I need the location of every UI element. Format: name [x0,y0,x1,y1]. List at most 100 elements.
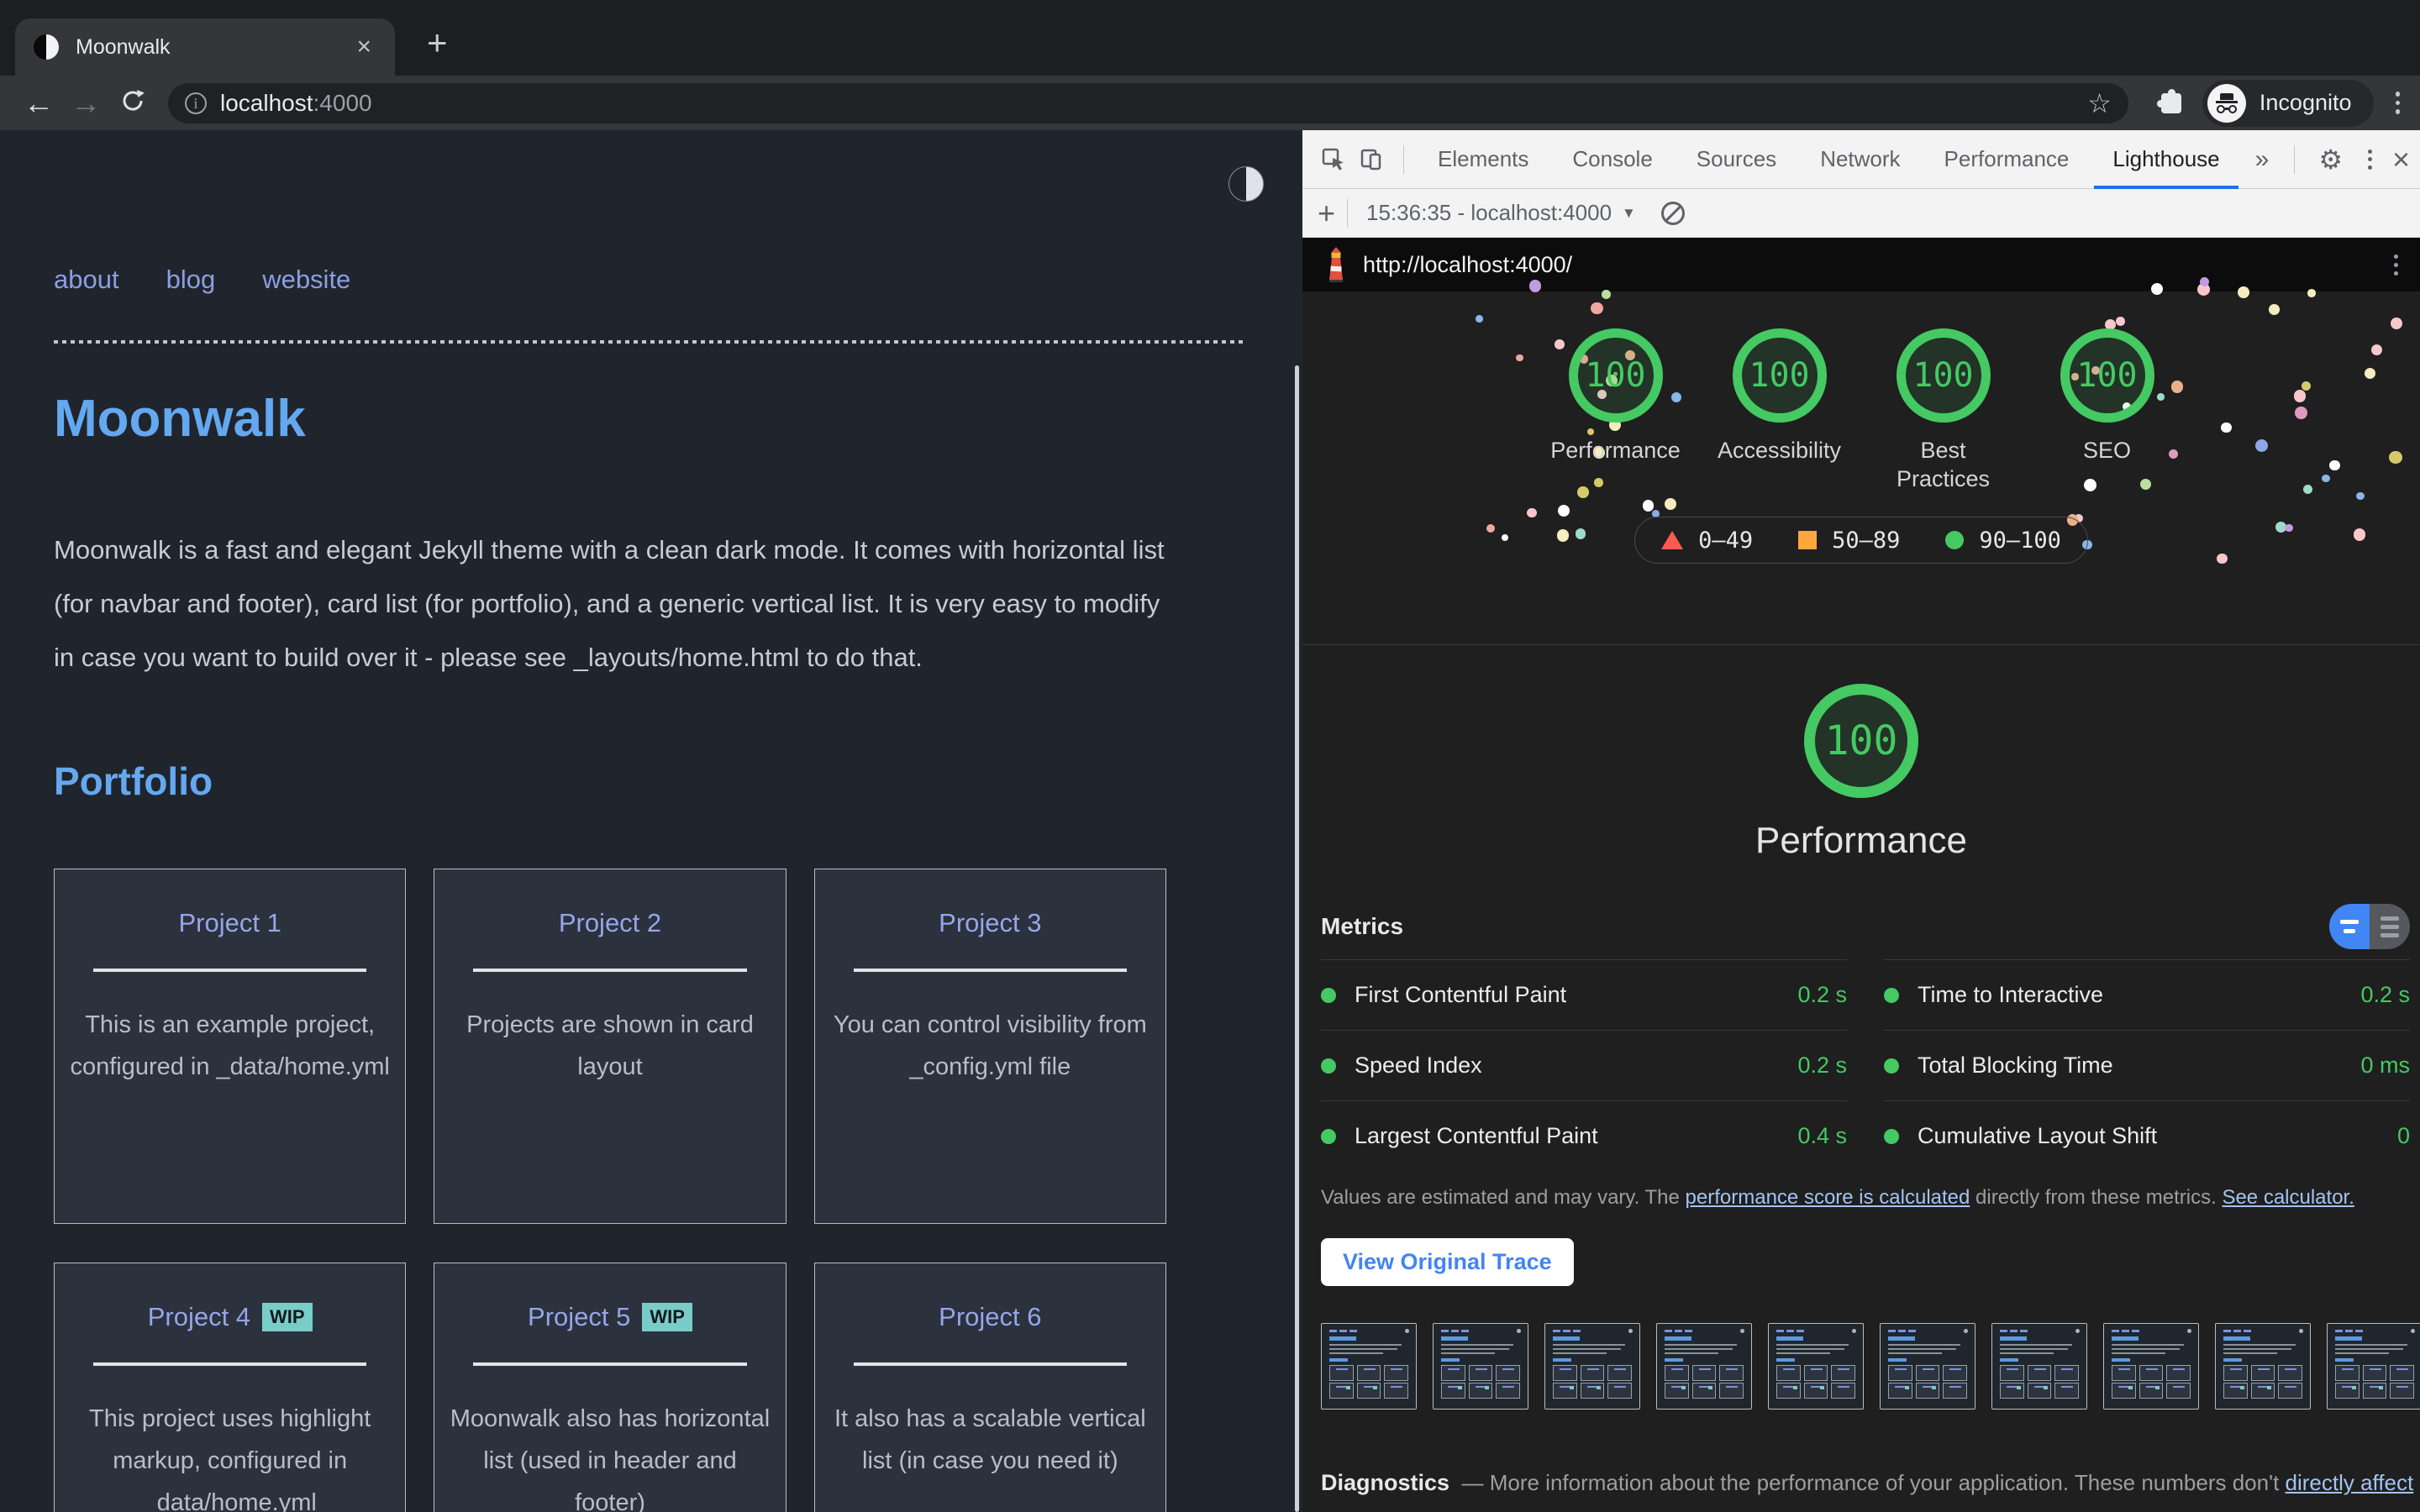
report-menu-icon[interactable] [2394,255,2402,276]
browser-tab[interactable]: Moonwalk × [15,18,395,76]
report-url: http://localhost:4000/ [1363,252,2394,278]
metrics-heading: Metrics [1321,913,1403,940]
screenshot-thumbnail [1991,1323,2087,1410]
tab-strip: Moonwalk × + [0,0,2420,76]
score-accessibility[interactable]: 100 Accessibility [1697,328,1861,493]
screenshot-thumbnail [1656,1323,1752,1410]
chevron-down-icon[interactable]: ▼ [1622,205,1636,222]
pass-dot-icon [1884,1058,1899,1074]
score-legend: 0–49 50–89 90–100 [1634,517,2088,564]
tab-sources[interactable]: Sources [1675,130,1798,189]
project-card[interactable]: Project 1 This is an example project,con… [54,869,406,1224]
screenshot-filmstrip [1321,1323,2420,1410]
performance-section: 100 Performance [1302,645,2420,890]
devtools-tab-bar: Elements Console Sources Network Perform… [1302,130,2420,189]
intro-paragraph: Moonwalk is a fast and elegant Jekyll th… [54,523,1247,685]
metric-row[interactable]: Speed Index0.2 s [1321,1030,1847,1100]
screenshot-thumbnail [1433,1323,1528,1410]
tab-network[interactable]: Network [1798,130,1922,189]
score-best-practices[interactable]: 100 Best Practices [1861,328,2025,493]
see-calculator-link[interactable]: See calculator. [2222,1186,2354,1209]
metrics-view-toggle[interactable] [2329,904,2410,949]
metrics-note: Values are estimated and may vary. The p… [1321,1186,2410,1210]
project-card[interactable]: Project 3 You can control visibility fro… [814,869,1166,1224]
tab-console[interactable]: Console [1550,130,1674,189]
page-moonwalk: about blog website Moonwalk Moonwalk is … [0,130,1302,1512]
browser-menu-icon[interactable] [2396,92,2401,114]
score-performance[interactable]: 100 Performance [1534,328,1697,493]
tab-performance[interactable]: Performance [1923,130,2091,189]
condensed-view-icon [2329,904,2370,949]
performance-gauge: 100 [1804,684,1918,798]
score-seo[interactable]: 100 SEO [2025,328,2189,493]
average-square-icon [1798,531,1817,549]
screenshot-thumbnail [2103,1323,2199,1410]
device-toolbar-icon[interactable] [1353,130,1392,189]
portfolio-heading: Portfolio [54,759,213,804]
page-title: Moonwalk [54,389,306,449]
browser-window: Moonwalk × + ← → i localhost :4000 ☆ Inc… [0,0,2420,1512]
nav-link-about[interactable]: about [54,265,119,295]
settings-gear-icon[interactable]: ⚙ [2307,144,2354,176]
view-original-trace-button[interactable]: View Original Trace [1321,1238,1574,1286]
more-tabs-icon[interactable]: » [2242,145,2283,174]
nav-link-blog[interactable]: blog [166,265,216,295]
nav-link-website[interactable]: website [262,265,350,295]
expanded-view-icon [2370,904,2410,949]
pass-dot-icon [1321,1058,1336,1074]
score-calc-link[interactable]: performance score is calculated [1686,1186,1970,1209]
directly-affect-link[interactable]: directly affect [2286,1470,2414,1495]
metric-row[interactable]: Cumulative Layout Shift0 [1884,1100,2410,1171]
new-report-icon[interactable]: + [1318,196,1335,231]
tab-close-icon[interactable]: × [351,33,376,61]
pass-circle-icon [1945,531,1964,549]
screenshot-thumbnail [1880,1323,1975,1410]
screenshot-thumbnail [1544,1323,1640,1410]
site-info-icon[interactable]: i [185,92,207,114]
forward-icon[interactable]: → [62,88,109,118]
incognito-icon [2207,84,2246,123]
new-tab-button[interactable]: + [427,25,448,60]
devtools-panel: Elements Console Sources Network Perform… [1302,130,2420,1512]
score-gauge: 100 [2060,328,2154,423]
reload-icon[interactable] [109,87,156,120]
project-card[interactable]: Project 4 WIP This project uses highligh… [54,1263,406,1512]
metric-row[interactable]: First Contentful Paint0.2 s [1321,959,1847,1030]
devtools-menu-icon[interactable] [2354,150,2386,170]
performance-heading: Performance [1302,820,2420,862]
tab-lighthouse[interactable]: Lighthouse [2091,130,2241,189]
score-gauge: 100 [1569,328,1663,423]
bookmark-star-icon[interactable]: ☆ [2087,87,2112,119]
back-icon[interactable]: ← [15,88,62,118]
screenshot-thumbnail [2215,1323,2311,1410]
wip-badge: WIP [262,1303,313,1331]
browser-toolbar: ← → i localhost :4000 ☆ Incognito [0,76,2420,130]
project-card[interactable]: Project 2 Projects are shown in cardlayo… [434,869,786,1224]
project-card[interactable]: Project 6 It also has a scalable vertica… [814,1263,1166,1512]
pass-dot-icon [1884,1129,1899,1144]
report-session-select[interactable]: 15:36:35 - localhost:4000 [1366,200,1612,226]
wip-badge: WIP [642,1303,692,1331]
pass-dot-icon [1884,988,1899,1003]
tab-elements[interactable]: Elements [1416,130,1550,189]
url-port: :4000 [313,90,372,117]
url-host: localhost [220,90,313,117]
site-nav: about blog website [54,265,350,295]
project-card[interactable]: Project 5 WIP Moonwalk also has horizont… [434,1263,786,1512]
metric-row[interactable]: Largest Contentful Paint0.4 s [1321,1100,1847,1171]
dashed-divider [54,340,1247,344]
score-gauge: 100 [1897,328,1991,423]
inspect-element-icon[interactable] [1314,130,1353,189]
diagnostics-heading: Diagnostics — More information about the… [1321,1470,2420,1496]
url-bar[interactable]: i localhost :4000 ☆ [168,83,2128,123]
theme-toggle-moon-icon[interactable] [1228,166,1264,202]
extensions-icon[interactable] [2159,91,2184,116]
metric-row[interactable]: Time to Interactive0.2 s [1884,959,2410,1030]
metrics-section: Metrics First Contentful Paint0.2 s Time… [1302,902,2420,1210]
page-scrollbar[interactable] [1295,365,1299,1512]
metric-row[interactable]: Total Blocking Time0 ms [1884,1030,2410,1100]
clear-reports-icon[interactable] [1661,202,1685,225]
devtools-close-icon[interactable]: × [2386,142,2420,177]
score-gauge: 100 [1733,328,1827,423]
portfolio-grid: Project 1 This is an example project,con… [54,869,1166,1512]
